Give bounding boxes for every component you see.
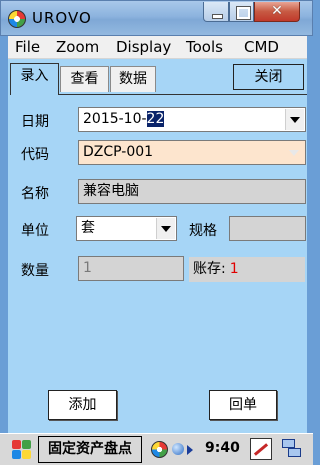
menu-file[interactable]: File (15, 38, 40, 56)
client-area: 录入 查看 数据 关闭 日期 2015-10-22 代码 DZCP-001 名称… (8, 59, 307, 433)
tab-entry[interactable]: 录入 (10, 63, 59, 95)
quantity-field: 1 (78, 256, 184, 281)
code-dropdown-icon (285, 142, 304, 163)
stock-label: 账存: (193, 261, 226, 277)
window-title: UROVO (32, 9, 92, 27)
date-dropdown-icon[interactable] (285, 109, 304, 130)
menu-zoom[interactable]: Zoom (56, 38, 99, 56)
tab-view[interactable]: 查看 (60, 66, 109, 92)
windows-switch-icon[interactable] (282, 439, 302, 459)
urovo-logo-icon (8, 10, 26, 28)
unit-select[interactable]: 套 (76, 216, 177, 241)
menu-tools[interactable]: Tools (186, 38, 223, 56)
stock-display: 账存: 1 (189, 257, 305, 282)
close-icon: ✕ (271, 3, 283, 19)
name-label: 名称 (21, 186, 49, 202)
unit-dropdown-icon[interactable] (156, 218, 175, 239)
network-icon[interactable] (172, 443, 184, 455)
menu-cmd[interactable]: CMD (244, 38, 279, 56)
unit-label: 单位 (21, 223, 49, 239)
tab-divider (59, 94, 307, 95)
add-button[interactable]: 添加 (48, 390, 117, 420)
arrow-right-icon (187, 445, 193, 455)
return-button[interactable]: 回单 (209, 390, 277, 420)
menu-bar: File Zoom Display Tools CMD (8, 36, 307, 59)
spec-field (229, 216, 306, 241)
date-label: 日期 (21, 114, 49, 130)
clock[interactable]: 9:40 (205, 440, 240, 456)
code-field[interactable]: DZCP-001 (78, 140, 306, 165)
name-field: 兼容电脑 (78, 179, 306, 204)
title-bar: UROVO ✕ (0, 0, 313, 36)
spec-label: 规格 (189, 223, 217, 239)
date-selected-part: 22 (146, 111, 165, 127)
date-value: 2015-10- (83, 111, 147, 127)
taskbar: 固定资产盘点 9:40 (0, 433, 313, 465)
maximize-button[interactable] (229, 2, 254, 22)
tab-data[interactable]: 数据 (110, 66, 156, 92)
tab-strip: 录入 查看 数据 关闭 (8, 59, 307, 95)
name-value: 兼容电脑 (83, 183, 139, 199)
quantity-label: 数量 (21, 263, 49, 279)
stock-value: 1 (229, 261, 239, 277)
minimize-button[interactable] (203, 2, 229, 22)
quantity-value: 1 (83, 260, 92, 276)
code-value: DZCP-001 (83, 144, 154, 160)
date-picker[interactable]: 2015-10-22 (78, 107, 306, 132)
close-button[interactable]: 关闭 (233, 64, 304, 90)
keyboard-icon[interactable] (250, 438, 272, 460)
start-icon[interactable] (11, 439, 33, 461)
task-button[interactable]: 固定资产盘点 (38, 436, 142, 463)
close-window-button[interactable]: ✕ (254, 2, 300, 22)
code-label: 代码 (21, 147, 49, 163)
menu-display[interactable]: Display (116, 38, 171, 56)
urovo-tray-icon[interactable] (151, 441, 168, 458)
unit-value: 套 (81, 220, 95, 236)
